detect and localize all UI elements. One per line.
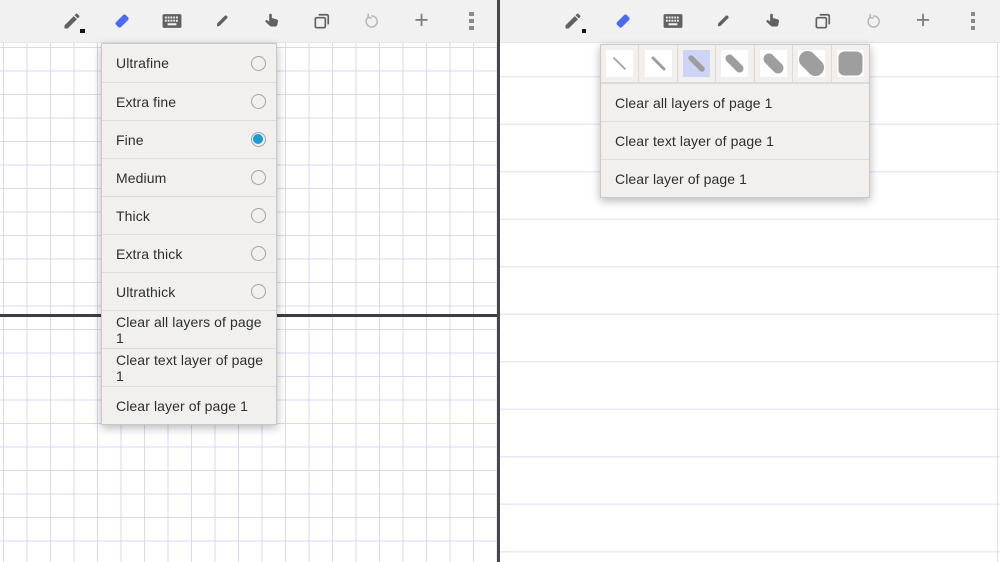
menu-item-ultrafine[interactable]: Ultrafine xyxy=(102,44,276,82)
menu-item-extra-fine[interactable]: Extra fine xyxy=(102,82,276,120)
add-page-button[interactable]: + xyxy=(397,0,447,42)
add-page-button[interactable]: + xyxy=(898,0,948,42)
menu-item-label: Ultrafine xyxy=(116,55,251,71)
pen-tool-button[interactable] xyxy=(548,0,598,42)
duplicate-page-button[interactable] xyxy=(297,0,347,42)
menu-item-clear-text-layer[interactable]: Clear text layer of page 1 xyxy=(601,121,869,159)
menu-item-label: Medium xyxy=(116,170,251,186)
menu-item-label: Extra thick xyxy=(116,246,251,262)
toolbar-right: + xyxy=(500,0,1000,43)
menu-item-label: Clear text layer of page 1 xyxy=(116,352,266,384)
undo-button[interactable] xyxy=(347,0,397,42)
page-panel-right: + xyxy=(500,0,1000,562)
keyboard-icon xyxy=(162,13,182,29)
pen-style-dot xyxy=(582,29,587,34)
menu-item-medium[interactable]: Medium xyxy=(102,158,276,196)
radio-unselected-icon[interactable] xyxy=(251,284,266,299)
duplicate-page-button[interactable] xyxy=(798,0,848,42)
text-tool-button[interactable] xyxy=(147,0,197,42)
stroke-size-3[interactable] xyxy=(678,45,716,82)
undo-button[interactable] xyxy=(848,0,898,42)
menu-item-label: Clear layer of page 1 xyxy=(615,171,859,187)
stroke-size-1[interactable] xyxy=(601,45,639,82)
stroke-size-6[interactable] xyxy=(793,45,831,82)
menu-item-label: Clear all layers of page 1 xyxy=(615,95,859,111)
overflow-icon xyxy=(971,12,976,31)
menu-item-label: Clear layer of page 1 xyxy=(116,398,266,414)
menu-item-label: Extra fine xyxy=(116,94,251,110)
undo-icon xyxy=(863,11,884,32)
page-edge-line xyxy=(997,42,998,562)
eraser-menu-left: Ultrafine Extra fine Fine Medium Thick E… xyxy=(101,43,277,425)
stroke-size-row xyxy=(601,45,869,83)
menu-item-fine[interactable]: Fine xyxy=(102,120,276,158)
toolbar-left: + xyxy=(0,0,497,43)
pen-icon xyxy=(563,11,583,31)
overflow-menu-button[interactable] xyxy=(447,0,497,42)
stroke-size-3-swatch xyxy=(683,50,710,77)
eraser-menu-right: Clear all layers of page 1 Clear text la… xyxy=(600,44,870,198)
page-panel-left: + Ultrafine Extra fine Fine Medium xyxy=(0,0,497,562)
menu-item-label: Clear text layer of page 1 xyxy=(615,133,859,149)
copy-icon xyxy=(312,11,332,31)
text-tool-button[interactable] xyxy=(648,0,698,42)
eraser-tool-button[interactable] xyxy=(598,0,648,42)
stroke-size-7-swatch xyxy=(837,50,864,77)
pen-style-dot xyxy=(80,29,85,34)
radio-unselected-icon[interactable] xyxy=(251,94,266,109)
overflow-icon xyxy=(469,12,474,31)
radio-unselected-icon[interactable] xyxy=(251,246,266,261)
highlighter-icon xyxy=(713,11,733,31)
menu-item-clear-all-layers[interactable]: Clear all layers of page 1 xyxy=(102,310,276,348)
finger-tool-button[interactable] xyxy=(247,0,297,42)
stroke-size-1-swatch xyxy=(606,50,633,77)
eraser-icon xyxy=(111,10,133,32)
plus-icon: + xyxy=(916,8,931,33)
menu-item-clear-all-layers[interactable]: Clear all layers of page 1 xyxy=(601,83,869,121)
menu-item-ultrathick[interactable]: Ultrathick xyxy=(102,272,276,310)
hand-icon xyxy=(262,11,282,31)
undo-icon xyxy=(361,11,382,32)
stroke-size-6-swatch xyxy=(798,50,825,77)
page-divider xyxy=(497,0,500,562)
stroke-size-5[interactable] xyxy=(755,45,793,82)
menu-item-clear-text-layer[interactable]: Clear text layer of page 1 xyxy=(102,348,276,386)
keyboard-icon xyxy=(663,13,683,29)
menu-item-label: Clear all layers of page 1 xyxy=(116,314,266,346)
radio-unselected-icon[interactable] xyxy=(251,208,266,223)
menu-item-clear-layer[interactable]: Clear layer of page 1 xyxy=(601,159,869,197)
radio-selected-icon[interactable] xyxy=(251,132,266,147)
radio-unselected-icon[interactable] xyxy=(251,56,266,71)
stroke-size-2[interactable] xyxy=(639,45,677,82)
menu-item-extra-thick[interactable]: Extra thick xyxy=(102,234,276,272)
pen-icon xyxy=(62,11,82,31)
hand-icon xyxy=(763,11,783,31)
eraser-icon xyxy=(612,10,634,32)
pen-tool-button[interactable] xyxy=(47,0,97,42)
highlighter-icon xyxy=(212,11,232,31)
highlighter-tool-button[interactable] xyxy=(698,0,748,42)
menu-item-thick[interactable]: Thick xyxy=(102,196,276,234)
finger-tool-button[interactable] xyxy=(748,0,798,42)
menu-item-label: Thick xyxy=(116,208,251,224)
menu-item-label: Ultrathick xyxy=(116,284,251,300)
radio-unselected-icon[interactable] xyxy=(251,170,266,185)
stroke-size-7[interactable] xyxy=(832,45,869,82)
highlighter-tool-button[interactable] xyxy=(197,0,247,42)
stroke-size-4[interactable] xyxy=(716,45,754,82)
copy-icon xyxy=(813,11,833,31)
stroke-size-4-swatch xyxy=(721,50,748,77)
stroke-size-5-swatch xyxy=(760,50,787,77)
app-screen: + Ultrafine Extra fine Fine Medium xyxy=(0,0,1000,562)
plus-icon: + xyxy=(414,8,429,33)
menu-item-label: Fine xyxy=(116,132,251,148)
overflow-menu-button[interactable] xyxy=(948,0,998,42)
eraser-tool-button[interactable] xyxy=(97,0,147,42)
stroke-size-2-swatch xyxy=(645,50,672,77)
menu-item-clear-layer[interactable]: Clear layer of page 1 xyxy=(102,386,276,424)
